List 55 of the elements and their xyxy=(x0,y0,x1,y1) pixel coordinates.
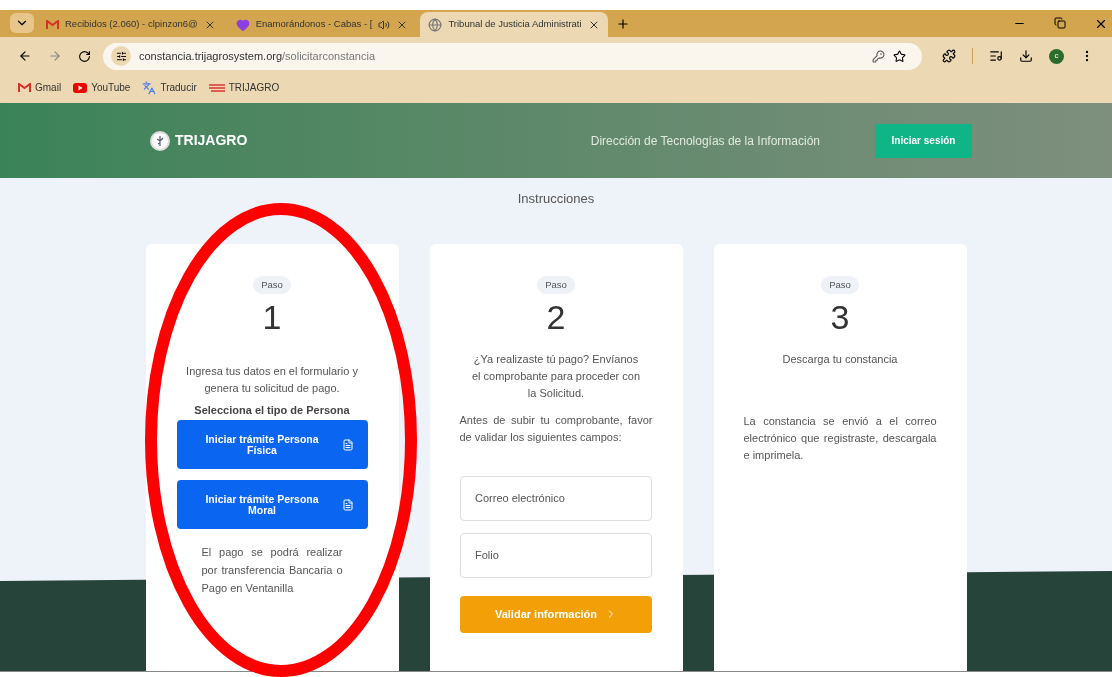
step-badge: Paso xyxy=(537,275,575,294)
step-badge: Paso xyxy=(821,275,859,294)
url-text: constancia.trijagrosystem.org/solicitarconstancia xyxy=(139,48,376,64)
browser-tab[interactable]: Recibidos (2.060) - clpinzon6@ xyxy=(38,12,224,37)
reload-icon[interactable] xyxy=(78,49,91,63)
heart-icon xyxy=(235,17,250,32)
back-icon[interactable] xyxy=(18,49,32,63)
tab-title: Enamorándonos - Cabas - [ xyxy=(255,17,373,32)
mail-icon xyxy=(18,82,31,93)
header-subtitle: Dirección de Tecnologías de la Información xyxy=(590,132,820,150)
bookmark-link[interactable]: YouTube xyxy=(73,80,131,95)
mail-icon xyxy=(46,19,59,30)
restore-icon[interactable] xyxy=(1054,17,1066,29)
new-tab-icon[interactable] xyxy=(615,17,630,31)
section-title: Instrucciones xyxy=(517,190,595,208)
brand-name: TRIJAGRO xyxy=(175,131,248,150)
profile-avatar[interactable]: c xyxy=(1049,48,1064,64)
stripes-icon xyxy=(208,83,225,92)
start-process-button[interactable]: Iniciar trámite Persona Física xyxy=(176,420,368,470)
step-number: 1 xyxy=(262,296,282,337)
media-icon[interactable] xyxy=(989,49,1003,63)
address-bar[interactable]: constancia.trijagrosystem.org/solicitarconstancia xyxy=(103,42,922,70)
translate-icon xyxy=(142,80,157,95)
text-input[interactable]: Correo electrónico xyxy=(460,475,652,521)
tab-title: Tribunal de Justicia Administrati xyxy=(448,17,582,32)
step-intro: Descarga tu constancia xyxy=(782,351,898,367)
step-intro: ¿Ya realizaste tú pago? Envíanos el comprobante para proceder con la Solicitud. xyxy=(470,351,642,401)
text-input[interactable]: Folio xyxy=(460,532,652,578)
bookmark-link[interactable]: Traducir xyxy=(142,80,197,95)
document-icon xyxy=(341,438,354,451)
step-number: 3 xyxy=(830,296,850,337)
close-icon[interactable] xyxy=(1094,17,1108,31)
download-icon[interactable] xyxy=(1019,49,1033,63)
start-process-button[interactable]: Iniciar trámite Persona Moral xyxy=(176,480,368,530)
play-icon xyxy=(73,82,88,93)
document-icon xyxy=(341,498,354,511)
step-note: Antes de subir tu comprobante, favor de validar los siguientes campos: xyxy=(459,412,653,445)
tab-title: Recibidos (2.060) - clpinzon6@ xyxy=(65,17,198,32)
key-icon[interactable] xyxy=(872,49,885,63)
bookmark-link[interactable]: TRIJAGRO xyxy=(208,80,280,95)
logo-icon xyxy=(150,130,170,151)
browser-tab[interactable]: Enamorándonos - Cabas - [ xyxy=(227,12,417,37)
globe-icon xyxy=(428,17,443,32)
extensions-icon[interactable] xyxy=(942,49,956,63)
site-info-icon[interactable] xyxy=(111,46,131,66)
step-badge: Paso xyxy=(253,275,291,294)
bookmark-link[interactable]: Gmail xyxy=(18,80,62,95)
step-number: 2 xyxy=(546,296,566,337)
step-note: La constancia se envió a el correo electrónico que registraste, descargala e imprimela. xyxy=(743,413,937,463)
browser-tab[interactable]: Tribunal de Justicia Administrati xyxy=(420,12,608,37)
step-subheading: Selecciona el tipo de Persona xyxy=(194,402,350,418)
payment-note: El pago se podrá realizar por transferencia Bancaria o Pago en Ventanilla xyxy=(200,545,344,597)
step-intro: Ingresa tus datos en el formulario y genera tu solicitud de pago. xyxy=(185,363,359,396)
star-icon[interactable] xyxy=(893,49,906,63)
tab-list-button[interactable] xyxy=(10,13,34,33)
